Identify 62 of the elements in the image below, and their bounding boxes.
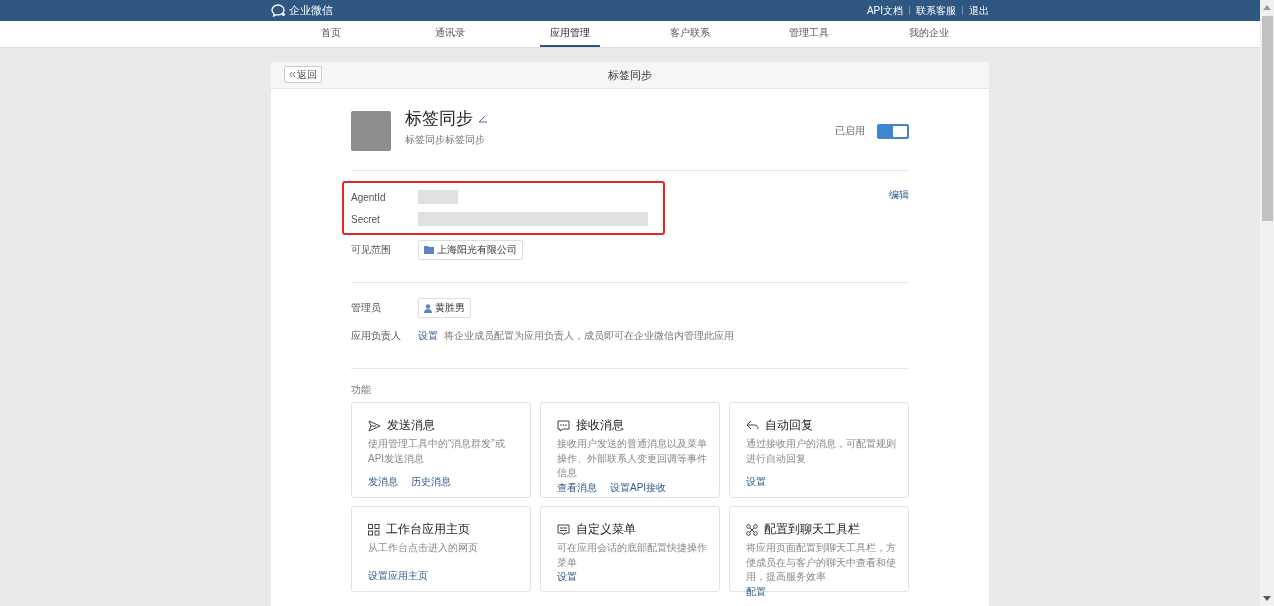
- feature-link[interactable]: 设置: [557, 570, 577, 584]
- feature-link[interactable]: 配置: [746, 584, 766, 599]
- nav-tab[interactable]: 应用管理: [540, 21, 601, 47]
- person-icon: [424, 303, 432, 313]
- field-label: 可见范围: [351, 243, 392, 257]
- feature-title: 配置到聊天工具栏: [764, 521, 860, 538]
- scroll-down-icon[interactable]: [1263, 596, 1271, 601]
- speech-bubble-icon: [557, 419, 570, 432]
- crossed-tools-icon: [746, 523, 758, 536]
- chat-bubble-icon: [271, 4, 286, 17]
- feature-description: 将应用页面配置到聊天工具栏，方便成员在与客户的聊天中查看和使用，提高服务效率: [746, 541, 896, 584]
- page-title: 标签同步: [608, 67, 652, 83]
- app-name: 标签同步: [405, 108, 473, 130]
- logo-text: 企业微信: [289, 3, 333, 18]
- feature-link[interactable]: 历史消息: [411, 475, 451, 489]
- back-button[interactable]: 返回: [284, 66, 322, 83]
- top-link[interactable]: 联系客服: [916, 3, 956, 18]
- section-label: 功能: [351, 383, 372, 397]
- field-label: AgentId: [351, 191, 387, 203]
- nav-tab[interactable]: 我的企业: [899, 21, 960, 47]
- feature-title: 自定义菜单: [576, 521, 636, 538]
- app-description: 标签同步标签同步: [405, 133, 486, 147]
- department-name: 上海阳光有限公司: [437, 243, 517, 257]
- top-link[interactable]: 退出: [969, 3, 989, 18]
- field-label: 应用负责人: [351, 329, 402, 343]
- grid-icon: [368, 523, 380, 536]
- field-label: 管理员: [351, 301, 382, 315]
- pencil-icon[interactable]: [478, 114, 488, 123]
- feature-link[interactable]: 发消息: [368, 475, 398, 489]
- field-label: Secret: [351, 213, 381, 225]
- nav-tab[interactable]: 管理工具: [779, 21, 840, 47]
- blurred-value: [418, 190, 458, 204]
- feature-title: 自动回复: [765, 417, 813, 434]
- menu-bubble-icon: [557, 523, 570, 536]
- owner-hint: 将企业成员配置为应用负责人，成员即可在企业微信内管理此应用: [444, 329, 734, 343]
- set-owner-link[interactable]: 设置: [418, 329, 438, 343]
- nav-tab[interactable]: 客户联系: [659, 21, 720, 47]
- feature-link[interactable]: 设置API接收: [610, 480, 667, 495]
- edit-link[interactable]: 编辑: [889, 188, 909, 202]
- feature-title: 工作台应用主页: [386, 521, 470, 538]
- photo-placeholder: [351, 111, 391, 151]
- folder-icon: [424, 246, 434, 254]
- member-name: 黄胜男: [435, 301, 465, 315]
- feature-description: 可在应用会话的底部配置快捷操作菜单: [557, 541, 707, 570]
- nav-tab[interactable]: 首页: [310, 21, 351, 47]
- reply-arrow-icon: [746, 420, 759, 431]
- nav-tab[interactable]: 通讯录: [425, 21, 476, 47]
- status-label: 已启用: [835, 124, 865, 138]
- paper-plane-icon: [368, 419, 381, 432]
- feature-link[interactable]: 查看消息: [557, 480, 597, 495]
- toggle-switch[interactable]: [877, 123, 909, 139]
- feature-title: 接收消息: [576, 417, 624, 434]
- feature-link[interactable]: 设置应用主页: [368, 569, 428, 583]
- feature-description: 使用管理工具中的“消息群发”或API发送消息: [368, 437, 506, 466]
- feature-description: 接收用户发送的普通消息以及菜单操作、外部联系人变更回调等事件信息: [557, 437, 707, 480]
- feature-title: 发送消息: [387, 417, 435, 434]
- scroll-up-icon[interactable]: [1263, 5, 1271, 10]
- top-link[interactable]: API文档: [866, 3, 903, 18]
- feature-description: 通过接收用户的消息，可配置规则进行自动回复: [746, 437, 896, 466]
- feature-link[interactable]: 设置: [746, 475, 766, 489]
- double-chevron-icon: [289, 71, 296, 78]
- feature-description: 从工作台点击进入的网页: [368, 541, 479, 555]
